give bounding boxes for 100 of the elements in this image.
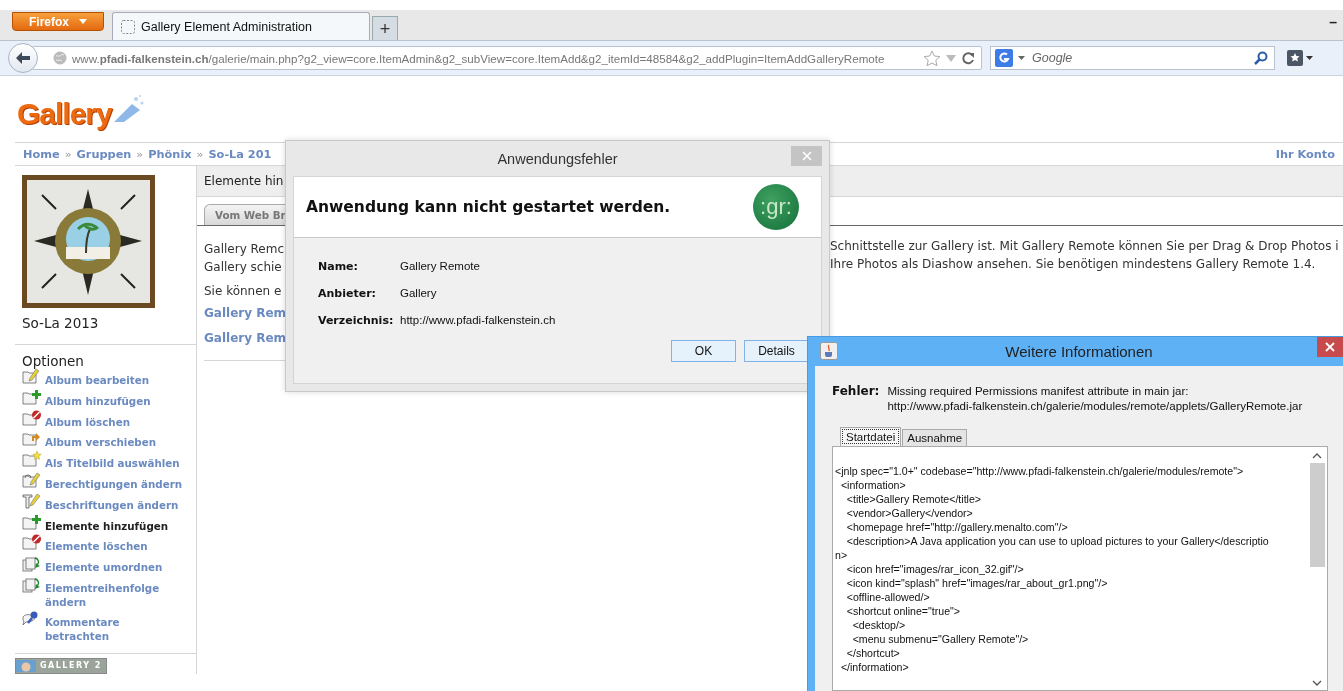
app-logo: :gr: [753,184,799,230]
option-link[interactable]: Elemente umordnen [45,560,163,575]
account-link[interactable]: Ihr Konto [1275,147,1335,161]
code-line: <vendor>Gallery</vendor> [845,506,974,520]
google-icon [995,49,1013,67]
search-icon [1254,51,1268,65]
paragraph-text: Gallery schie [204,259,283,276]
dialog-title: Weitere Informationen [1005,343,1153,360]
reorder-icon [22,555,42,573]
options-heading: Optionen [22,353,85,369]
field-value: Gallery Remote [400,259,481,274]
option-link[interactable]: Als Titelbild auswählen [45,456,180,471]
code-line: <title>Gallery Remote</title> [845,492,983,506]
permissions-icon [22,472,42,489]
page-icon [121,19,135,34]
option-link[interactable]: Elemente hinzufügen [45,518,169,533]
tab-title: Gallery Element Administration [141,19,312,34]
code-line: </shortcut> [845,646,901,660]
scroll-up-icon [1312,453,1322,459]
move-icon [22,430,42,448]
code-text-area[interactable] [832,446,1328,691]
caret-icon [79,19,87,24]
option-link[interactable]: Album bearbeiten [45,373,149,387]
gallery-badge: GALLERY 2 [15,657,107,674]
breadcrumb-link[interactable]: Home [23,147,60,161]
link[interactable]: Gallery Rem [204,302,286,325]
edit-icon [22,368,42,385]
paragraph-text: Sie können e [204,283,283,300]
code-line: <information> [839,478,907,492]
code-line: <homepage href="http://gallery.menalto.com"/> [845,520,1069,534]
close-icon [801,151,812,161]
code-line: <offline-allowed/> [845,590,931,604]
error-label: Fehler: [832,384,880,400]
paragraph-text: Schnittstelle zur Gallery ist. Mit Gallery Remote können Sie per Drag & Drop Photos i [830,238,1339,255]
code-line: </information> [839,660,910,674]
search-field[interactable]: Google [1030,50,1249,66]
breadcrumb-separator: » [196,147,204,161]
scroll-thumb[interactable] [1309,463,1325,567]
field-label: Verzeichnis: [318,313,395,329]
field-value: Gallery [400,286,438,301]
caret-icon [1018,56,1025,60]
option-link[interactable]: Album hinzufügen [45,393,151,408]
code-line: <desktop/> [851,618,907,632]
minimize-button[interactable]: – [1325,14,1341,30]
dialog-title: Anwendungsfehler [497,150,618,167]
scroll-down-icon [1312,680,1322,686]
code-line: <description>A Java application you can use to upload pictures to your Gallery</descriptio [845,534,1270,548]
new-tab-button[interactable]: + [372,16,398,40]
breadcrumb-separator: » [64,147,72,161]
error-message: http://www.pfadi-falkenstein.ch/galerie/modules/remote/applets/GalleryRemote.jar [887,399,1303,414]
tab[interactable]: Ausnahme [902,429,968,446]
bookmark-star-icon [1287,50,1313,66]
code-line: <menu submenu="Gallery Remote"/> [851,632,1030,646]
star-icon [22,451,42,469]
code-line: <jnlp spec="1.0+" codebase="http://www.pfadi-falkenstein.ch/galerie/modules/remote"> [835,464,1245,478]
option-link[interactable]: Berechtigungen ändern [45,477,183,491]
star-icon [923,49,941,67]
album-title: So-La 2013 [15,315,196,345]
add-icon [22,513,42,531]
browser-tab[interactable]: Gallery Element Administration [112,12,370,40]
option-link[interactable]: Elemente löschen [45,539,148,554]
option-link[interactable]: Album verschieben [45,435,157,450]
option-link[interactable]: Beschriftungen ändern [45,497,179,512]
search-bar[interactable]: Google [990,46,1275,70]
globe-icon [53,51,67,65]
gallery-logo: Gallery [17,97,112,131]
details-button[interactable]: Details [744,340,809,362]
back-arrow-icon [15,51,31,65]
breadcrumb-separator: » [136,147,144,161]
reload-icon [961,51,975,65]
close-button[interactable] [1317,337,1343,357]
paragraph-text: Gallery Remc [204,241,286,258]
link[interactable]: Gallery Rem [204,327,286,350]
close-icon [1325,342,1335,352]
captions-icon [22,492,42,510]
error-message: Missing required Permissions manifest attribute in main jar: [887,384,1190,399]
paragraph-text: Ihre Photos als Diashow ansehen. Sie benötigen mindestens Gallery Remote 1.4. [830,256,1317,273]
breadcrumb-link[interactable]: Phönix [148,147,192,161]
add-icon [22,388,42,406]
field-label: Name: [318,259,359,275]
back-button[interactable] [8,43,38,73]
address-bar[interactable]: www.pfadi-falkenstein.ch/galerie/main.php?g2_view=core.ItemAdmin&g2_subView=core.ItemAdd&g2_itemId=48584&g2_addPlugin=ItemAddGalleryRemote [32,46,982,70]
breadcrumb-link[interactable]: Gruppen [76,147,132,161]
reorder-icon [22,575,42,593]
option-link[interactable]: Album löschen [45,414,130,429]
breadcrumb-link[interactable]: So-La 201 [208,147,272,161]
code-line: <icon href="images/rar_icon_32.gif"/> [845,562,1025,576]
code-line: n> [835,548,849,562]
delete-icon [22,409,42,427]
ok-button[interactable]: OK [671,340,736,362]
avatar-icon [16,659,36,672]
firefox-menu-button[interactable]: Firefox [12,12,104,31]
option-link[interactable]: Elementreihenfolge ändern [45,580,160,609]
delete-icon [22,534,42,552]
code-line: <icon kind="splash" href="images/rar_about_gr1.png"/> [845,576,1109,590]
code-line: <shortcut online="true"> [845,604,961,618]
option-link[interactable]: Kommentare betrachten [45,614,120,643]
tab[interactable]: Startdatei [840,427,902,446]
field-label: Anbieter: [318,286,377,302]
dialog-heading: Anwendung kann nicht gestartet werden. [306,198,671,216]
